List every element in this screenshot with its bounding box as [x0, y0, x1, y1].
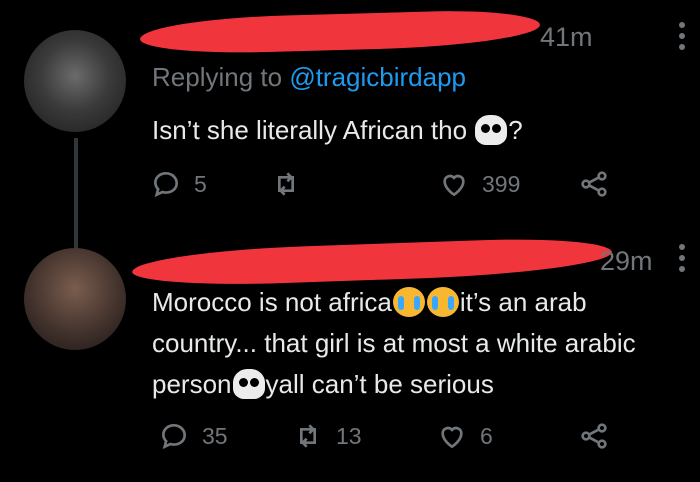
tweet[interactable]: 29m Morocco is not africa it’s an arab co… [0, 235, 700, 482]
reply-count: 5 [194, 170, 207, 197]
replying-prefix: Replying to [152, 62, 290, 92]
skull-emoji-icon [232, 369, 265, 399]
share-icon [581, 171, 607, 197]
avatar[interactable] [24, 248, 126, 350]
more-options-icon[interactable] [679, 22, 685, 55]
share-button[interactable] [578, 416, 610, 456]
tweet-text: Isn’t she literally African tho ? [152, 110, 523, 151]
reply-icon [161, 423, 187, 450]
like-button[interactable]: 399 [438, 164, 520, 204]
reply-icon [153, 171, 179, 198]
timestamp[interactable]: 29m [600, 246, 653, 277]
share-icon [581, 423, 607, 449]
heart-icon [443, 174, 465, 197]
tweet-text-part: yall can’t be serious [265, 369, 494, 399]
retweet-count: 13 [336, 422, 362, 449]
redacted-username [139, 8, 541, 56]
replying-handle-link[interactable]: @tragicbirdapp [289, 62, 466, 92]
avatar[interactable] [24, 30, 126, 132]
tweet-text-part: ? [508, 115, 523, 145]
like-count: 6 [480, 422, 493, 449]
thread-connector [74, 138, 78, 250]
heart-icon [441, 426, 463, 449]
like-button[interactable]: 6 [436, 416, 493, 456]
like-count: 399 [482, 170, 521, 197]
reply-count: 35 [202, 422, 228, 449]
reply-button[interactable]: 35 [158, 416, 228, 456]
tweet[interactable]: 41m Replying to @tragicbirdapp Isn’t she… [0, 0, 700, 250]
tweet-text-part: Morocco is not africa [152, 287, 392, 317]
share-button[interactable] [578, 164, 610, 204]
timestamp[interactable]: 41m [540, 22, 593, 53]
retweet-button[interactable] [270, 164, 314, 204]
reply-button[interactable]: 5 [150, 164, 207, 204]
replying-to: Replying to @tragicbirdapp [152, 62, 466, 93]
skull-emoji-icon [475, 115, 508, 145]
tweet-text: Morocco is not africa it’s an arab countr… [152, 282, 682, 405]
retweet-button[interactable]: 13 [292, 416, 362, 456]
more-options-icon[interactable] [679, 244, 685, 277]
crying-emoji-icon [392, 287, 425, 317]
crying-emoji-icon [426, 287, 459, 317]
retweet-icon [278, 172, 294, 196]
redacted-username [131, 235, 613, 289]
tweet-text-part: Isn’t she literally African tho [152, 115, 475, 145]
retweet-icon [300, 424, 316, 448]
